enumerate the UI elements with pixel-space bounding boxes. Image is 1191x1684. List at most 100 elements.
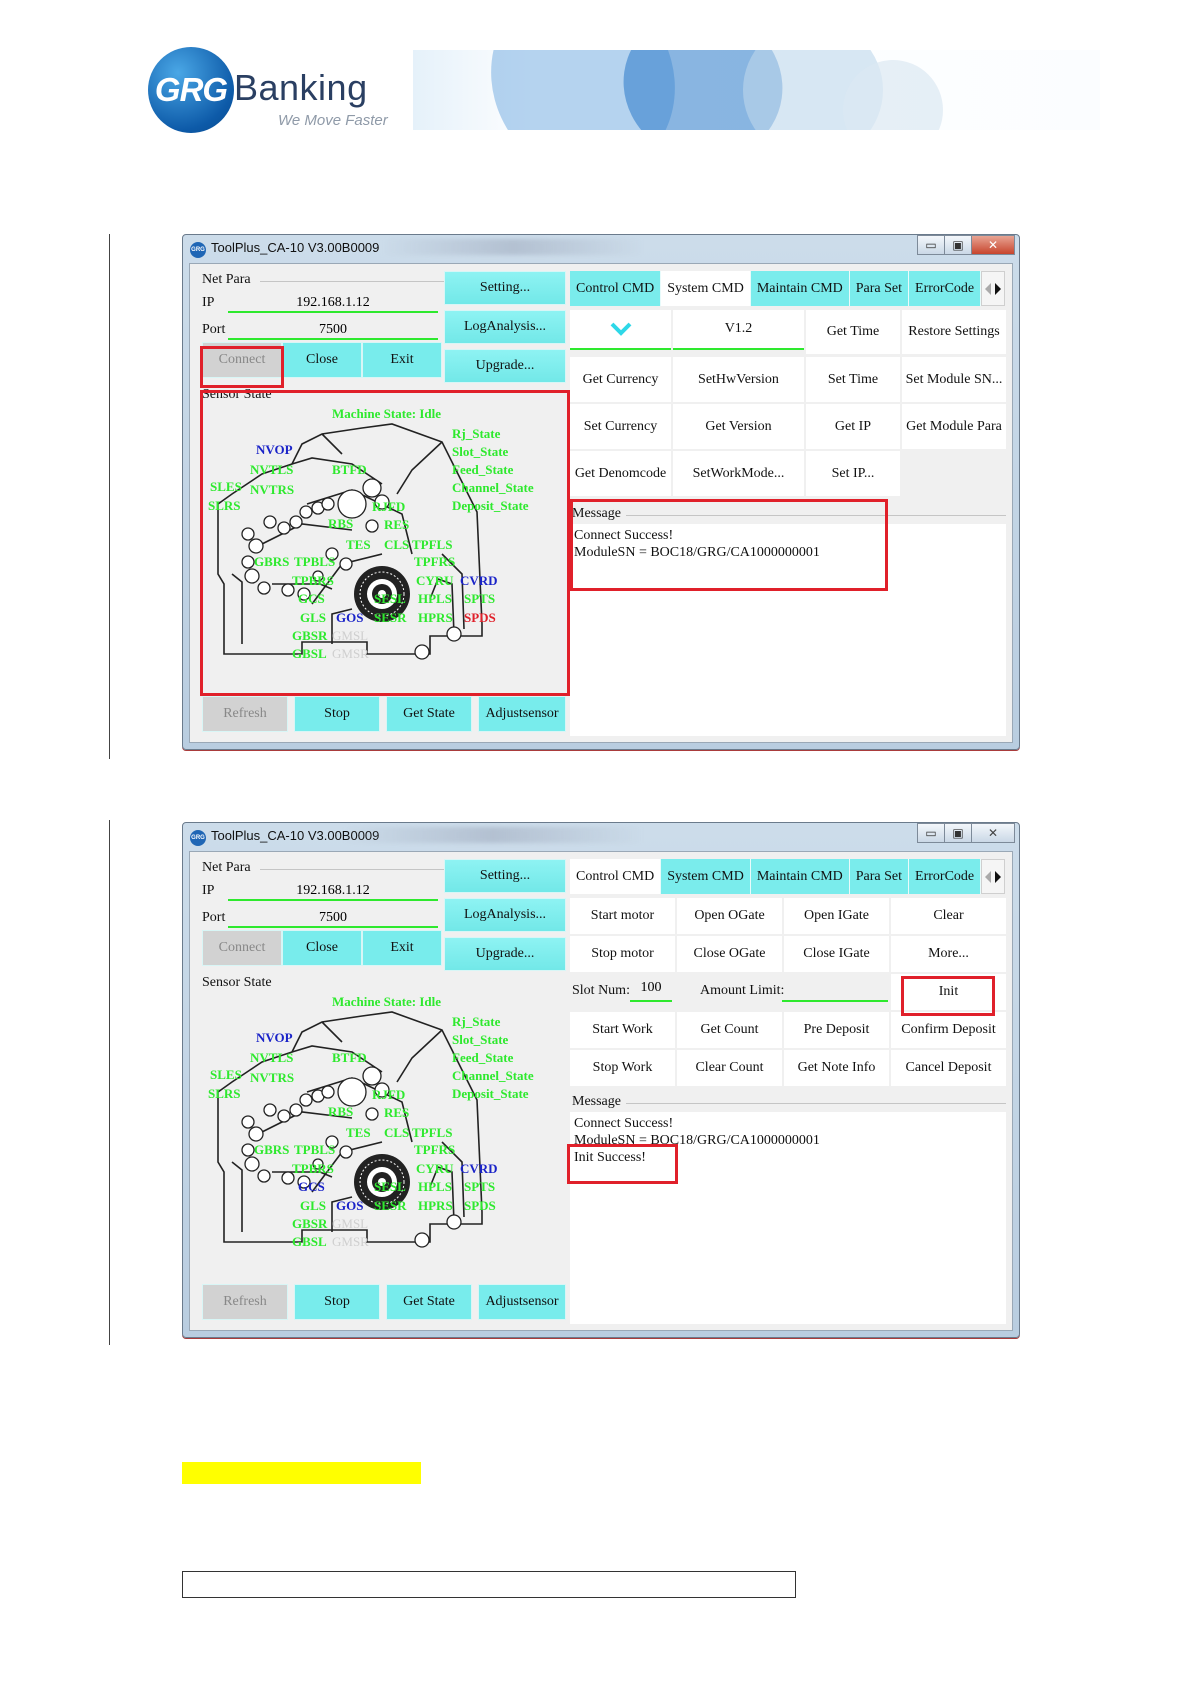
tab-control-cmd[interactable]: Control CMD xyxy=(570,271,662,306)
tab-scroll-arrows-icon[interactable] xyxy=(981,859,1006,894)
get-count-button[interactable]: Get Count xyxy=(677,1012,782,1048)
message-line: Connect Success! xyxy=(574,1116,674,1131)
sensor-sesl: SESL xyxy=(374,591,406,606)
tab-system-cmd[interactable]: System CMD xyxy=(661,859,751,894)
sensor-tpbls: TPBLS xyxy=(294,1142,336,1157)
set-time-button[interactable]: Set Time xyxy=(806,357,900,402)
stop-work-button[interactable]: Stop Work xyxy=(570,1050,675,1086)
close-icon[interactable]: ✕ xyxy=(971,235,1015,255)
tab-para-set[interactable]: Para Set xyxy=(849,859,910,894)
clear-button[interactable]: Clear xyxy=(891,898,1006,934)
minimize-icon[interactable]: ▭ xyxy=(917,235,945,255)
sensor-cyru: CYRU xyxy=(416,1161,454,1176)
ip-field[interactable]: 192.168.1.12 xyxy=(228,293,438,313)
rj-state: Rj_State xyxy=(452,426,501,441)
stop-button[interactable]: Stop xyxy=(294,696,380,732)
set-work-mode-button[interactable]: SetWorkMode... xyxy=(673,451,804,496)
sensor-cyru: CYRU xyxy=(416,573,454,588)
port-field[interactable]: 7500 xyxy=(228,908,438,928)
message-log: Connect Success! ModuleSN = BOC18/GRG/CA… xyxy=(570,1112,1006,1324)
init-button[interactable]: Init xyxy=(891,974,1006,1010)
setting-button[interactable]: Setting... xyxy=(444,271,566,305)
port-field[interactable]: 7500 xyxy=(228,320,438,340)
start-work-button[interactable]: Start Work xyxy=(570,1012,675,1048)
tab-para-set[interactable]: Para Set xyxy=(849,271,910,306)
sensor-btfd: BTFD xyxy=(332,462,367,477)
close-igate-button[interactable]: Close IGate xyxy=(784,936,889,972)
upgrade-button[interactable]: Upgrade... xyxy=(444,349,566,383)
chevron-down-icon xyxy=(610,322,631,336)
rj-state: Rj_State xyxy=(452,1014,501,1029)
more-button[interactable]: More... xyxy=(891,936,1006,972)
set-module-sn-button[interactable]: Set Module SN... xyxy=(902,357,1006,402)
tab-maintain-cmd[interactable]: Maintain CMD xyxy=(750,859,850,894)
refresh-button[interactable]: Refresh xyxy=(202,1284,288,1320)
set-ip-button[interactable]: Set IP... xyxy=(806,451,900,496)
exit-button[interactable]: Exit xyxy=(362,342,442,378)
refresh-button[interactable]: Refresh xyxy=(202,696,288,732)
get-currency-button[interactable]: Get Currency xyxy=(570,357,671,402)
close-button[interactable]: Close xyxy=(282,930,362,966)
message-line: ModuleSN = BOC18/GRG/CA1000000001 xyxy=(574,545,820,560)
start-motor-button[interactable]: Start motor xyxy=(570,898,675,934)
slot-num-input[interactable]: 100 xyxy=(630,980,672,1002)
close-ogate-button[interactable]: Close OGate xyxy=(677,936,782,972)
window-titlebar: GRG ToolPlus_CA-10 V3.00B0009 ▭ ▣ ✕ xyxy=(183,823,1019,851)
log-analysis-button[interactable]: LogAnalysis... xyxy=(444,898,566,932)
command-tabs: Control CMD System CMD Maintain CMD Para… xyxy=(570,271,1006,306)
adjust-sensor-button[interactable]: Adjustsensor xyxy=(478,1284,566,1320)
tab-error-code[interactable]: ErrorCode xyxy=(909,271,982,306)
message-line: Init Success! xyxy=(574,1150,646,1165)
stop-motor-button[interactable]: Stop motor xyxy=(570,936,675,972)
sensor-spds: SPDS xyxy=(464,610,496,625)
log-analysis-button[interactable]: LogAnalysis... xyxy=(444,310,566,344)
get-note-info-button[interactable]: Get Note Info xyxy=(784,1050,889,1086)
get-time-button[interactable]: Get Time xyxy=(806,310,900,354)
get-state-button[interactable]: Get State xyxy=(386,696,472,732)
adjust-sensor-button[interactable]: Adjustsensor xyxy=(478,696,566,732)
restore-settings-button[interactable]: Restore Settings xyxy=(902,310,1006,354)
connect-button[interactable]: Connect xyxy=(202,930,282,966)
tab-error-code[interactable]: ErrorCode xyxy=(909,859,982,894)
sensor-gls: GLS xyxy=(300,1198,327,1213)
connect-button[interactable]: Connect xyxy=(202,342,282,378)
tab-scroll-arrows-icon[interactable] xyxy=(981,271,1006,306)
ip-field[interactable]: 192.168.1.12 xyxy=(228,881,438,901)
sensor-gmsr: GMSR xyxy=(332,1234,369,1249)
sensor-gbrs: GBRS xyxy=(254,554,290,569)
get-version-button[interactable]: Get Version xyxy=(673,404,804,449)
sensor-diagram: Machine State: Idle Rj_State Slot_State … xyxy=(202,992,566,1282)
exit-button[interactable]: Exit xyxy=(362,930,442,966)
open-igate-button[interactable]: Open IGate xyxy=(784,898,889,934)
sensor-state-label: Sensor State xyxy=(202,387,272,402)
grg-app-icon: GRG xyxy=(190,830,206,846)
close-button[interactable]: Close xyxy=(282,342,362,378)
channel-state: Channel_State xyxy=(452,480,534,495)
get-state-button[interactable]: Get State xyxy=(386,1284,472,1320)
deposit-state: Deposit_State xyxy=(452,1086,529,1101)
get-ip-button[interactable]: Get IP xyxy=(806,404,900,449)
tab-control-cmd[interactable]: Control CMD xyxy=(570,859,662,894)
get-module-para-button[interactable]: Get Module Para xyxy=(902,404,1006,449)
set-currency-button[interactable]: Set Currency xyxy=(570,404,671,449)
pre-deposit-button[interactable]: Pre Deposit xyxy=(784,1012,889,1048)
open-ogate-button[interactable]: Open OGate xyxy=(677,898,782,934)
confirm-deposit-button[interactable]: Confirm Deposit xyxy=(891,1012,1006,1048)
version-dropdown[interactable] xyxy=(570,310,671,350)
clear-count-button[interactable]: Clear Count xyxy=(677,1050,782,1086)
minimize-icon[interactable]: ▭ xyxy=(917,823,945,843)
stop-button[interactable]: Stop xyxy=(294,1284,380,1320)
amount-limit-input[interactable] xyxy=(782,980,888,1002)
tab-system-cmd[interactable]: System CMD xyxy=(661,271,751,306)
set-hw-version-button[interactable]: SetHwVersion xyxy=(673,357,804,402)
maximize-icon[interactable]: ▣ xyxy=(944,235,972,255)
cancel-deposit-button[interactable]: Cancel Deposit xyxy=(891,1050,1006,1086)
setting-button[interactable]: Setting... xyxy=(444,859,566,893)
get-denomcode-button[interactable]: Get Denomcode xyxy=(570,451,671,496)
close-icon[interactable]: ✕ xyxy=(971,823,1015,843)
upgrade-button[interactable]: Upgrade... xyxy=(444,937,566,971)
tab-maintain-cmd[interactable]: Maintain CMD xyxy=(750,271,850,306)
sensor-nvtls: NVTLS xyxy=(250,462,294,477)
grg-banking-logo: GRG Banking We Move Faster xyxy=(148,47,408,137)
maximize-icon[interactable]: ▣ xyxy=(944,823,972,843)
